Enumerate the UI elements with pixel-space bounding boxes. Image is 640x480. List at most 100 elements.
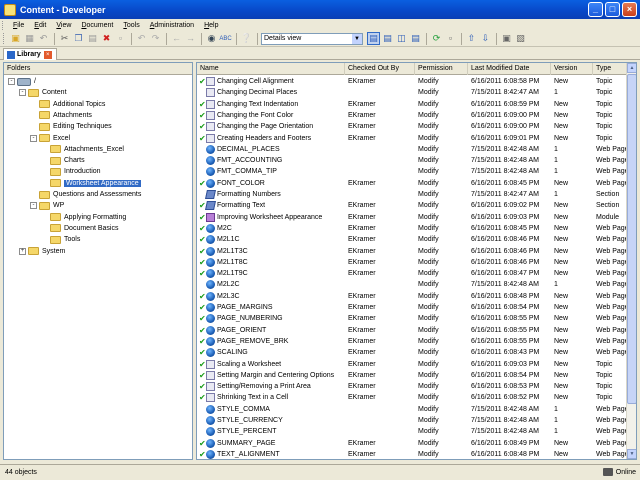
table-row[interactable]: ✔ TEXT_ALIGNMENT EKramer Modify 6/16/2011 6:…: [197, 449, 627, 459]
redo-icon[interactable]: ↷: [149, 32, 162, 45]
column-header-version[interactable]: Version: [551, 63, 593, 75]
tree-item[interactable]: Worksheet Appearance: [41, 178, 141, 189]
table-row[interactable]: ✔ Improving Worksheet Appearance EKramer Mo…: [197, 212, 627, 223]
table-row[interactable]: FMT_ACCOUNTING Modify 7/15/2011 8:42:48 AM…: [197, 155, 627, 166]
table-row[interactable]: ✔ Setting/Removing a Print Area EKramer Mod…: [197, 381, 627, 392]
collapse-icon[interactable]: -: [8, 78, 15, 85]
column-header-permission[interactable]: Permission: [415, 63, 468, 75]
collapse-icon[interactable]: -: [30, 202, 37, 210]
vertical-scrollbar[interactable]: ▲ ▼: [626, 63, 636, 459]
tree-item[interactable]: - Excel: [30, 133, 70, 144]
undo-toolbar-icon[interactable]: ↶: [37, 32, 50, 45]
tree-item[interactable]: Questions and Assessments: [30, 189, 141, 200]
split-vertical-icon[interactable]: ◫: [395, 32, 408, 45]
menu-file[interactable]: File: [8, 22, 29, 29]
toolbar-grip[interactable]: [3, 33, 6, 44]
tree-item[interactable]: Tools: [41, 234, 80, 245]
table-row[interactable]: ✔ SUMMARY_PAGE EKramer Modify 6/16/2011 6:08…: [197, 438, 627, 449]
menu-tools[interactable]: Tools: [118, 22, 144, 29]
help-icon[interactable]: ❔: [240, 32, 253, 45]
table-row[interactable]: ✔ Changing the Font Color EKramer Modify 6/1…: [197, 110, 627, 121]
tree-item[interactable]: Additional Topics: [30, 99, 105, 110]
table-row[interactable]: ✔ PAGE_NUMBERING EKramer Modify 6/16/2011 6:…: [197, 313, 627, 324]
table-row[interactable]: Formatting Numbers Modify 7/15/2011 8:42:4…: [197, 189, 627, 200]
find-icon[interactable]: ◉: [205, 32, 218, 45]
table-row[interactable]: ✔ PAGE_ORIENT EKramer Modify 6/16/2011 6:08:…: [197, 325, 627, 336]
tree-item[interactable]: - Content: [19, 87, 67, 98]
table-row[interactable]: ✔ FONT_COLOR EKramer Modify 6/16/2011 6:08:4…: [197, 178, 627, 189]
delete-icon[interactable]: ✖: [100, 32, 113, 45]
table-row[interactable]: ✔ Changing Cell Alignment EKramer Modify 6/1…: [197, 76, 627, 87]
tab-library[interactable]: Library ×: [3, 48, 57, 60]
tree-item[interactable]: - /: [8, 76, 36, 87]
table-row[interactable]: ✔ Changing the Page Orientation EKramer Mod…: [197, 121, 627, 132]
tree-item[interactable]: Applying Formatting: [41, 212, 126, 223]
table-row[interactable]: STYLE_CURRENCY Modify 7/15/2011 8:42:48 AM…: [197, 415, 627, 426]
chevron-down-icon[interactable]: ▼: [352, 33, 362, 44]
check-out-icon[interactable]: ⇩: [479, 32, 492, 45]
tree-item[interactable]: Editing Techniques: [30, 121, 112, 132]
table-row[interactable]: ✔ M2L1T9C EKramer Modify 6/16/2011 6:08:47 P…: [197, 268, 627, 279]
close-button[interactable]: ×: [622, 2, 637, 17]
scroll-up-icon[interactable]: ▲: [627, 63, 636, 73]
table-row[interactable]: STYLE_COMMA Modify 7/15/2011 8:42:48 AM 1 We…: [197, 404, 627, 415]
menu-administration[interactable]: Administration: [145, 22, 199, 29]
save-icon[interactable]: ▦: [23, 32, 36, 45]
column-header-type[interactable]: Type: [593, 63, 627, 75]
column-header-last-modified[interactable]: Last Modified Date: [468, 63, 551, 75]
menu-help[interactable]: Help: [199, 22, 223, 29]
table-row[interactable]: ✔ Scaling a Worksheet EKramer Modify 6/16/20…: [197, 359, 627, 370]
tree-item[interactable]: Attachments: [30, 110, 92, 121]
publish-icon[interactable]: ▣: [500, 32, 513, 45]
refresh-icon[interactable]: ⟳: [430, 32, 443, 45]
table-row[interactable]: ✔ Creating Headers and Footers EKramer Modi…: [197, 133, 627, 144]
table-row[interactable]: M2L2C Modify 7/15/2011 8:42:48 AM 1 Web Page: [197, 279, 627, 290]
menu-document[interactable]: Document: [76, 22, 118, 29]
copy-icon[interactable]: ❐: [72, 32, 85, 45]
scroll-down-icon[interactable]: ▼: [627, 449, 636, 459]
spellcheck-icon[interactable]: ABC: [219, 32, 232, 45]
expand-icon[interactable]: +: [19, 247, 26, 255]
paste-icon[interactable]: ▤: [86, 32, 99, 45]
table-row[interactable]: ✔ M2L1T3C EKramer Modify 6/16/2011 6:08:46 P…: [197, 246, 627, 257]
tree-item[interactable]: - WP: [30, 200, 64, 211]
table-row[interactable]: FMT_COMMA_TIP Modify 7/15/2011 8:42:48 AM 1…: [197, 166, 627, 177]
tree-item[interactable]: Document Basics: [41, 223, 118, 234]
tree-item[interactable]: Charts: [41, 155, 85, 166]
collapse-icon[interactable]: -: [19, 89, 26, 97]
undo-icon[interactable]: ↶: [135, 32, 148, 45]
table-row[interactable]: Changing Decimal Places Modify 7/15/2011 8…: [197, 87, 627, 98]
tree-item[interactable]: + System: [19, 246, 65, 257]
menu-grip[interactable]: [2, 20, 5, 30]
tree-item[interactable]: Introduction: [41, 166, 101, 177]
view-select[interactable]: Details view ▼: [261, 32, 363, 45]
check-in-icon[interactable]: ⇧: [465, 32, 478, 45]
cut-icon[interactable]: ✂: [58, 32, 71, 45]
table-row[interactable]: ✔ M2L1C EKramer Modify 6/16/2011 6:08:46 PM N…: [197, 234, 627, 245]
column-header-name[interactable]: Name: [197, 63, 345, 75]
table-row[interactable]: ✔ Changing Text Indentation EKramer Modify 6…: [197, 99, 627, 110]
table-row[interactable]: ✔ Setting Margin and Centering Options EKr…: [197, 370, 627, 381]
tree-item[interactable]: Attachments_Excel: [41, 144, 124, 155]
table-row[interactable]: ✔ PAGE_REMOVE_BRK EKramer Modify 6/16/2011 6…: [197, 336, 627, 347]
table-row[interactable]: DECIMAL_PLACES Modify 7/15/2011 8:42:48 AM…: [197, 144, 627, 155]
new-document-icon[interactable]: ▫: [444, 32, 457, 45]
table-row[interactable]: ✔ Shrinking Text in a Cell EKramer Modify 6/…: [197, 392, 627, 403]
menu-edit[interactable]: Edit: [29, 22, 51, 29]
list-view-icon[interactable]: ▤: [409, 32, 422, 45]
table-row[interactable]: ✔ M2L1T8C EKramer Modify 6/16/2011 6:08:46 P…: [197, 257, 627, 268]
menu-view[interactable]: View: [51, 22, 76, 29]
maximize-button[interactable]: □: [605, 2, 620, 17]
column-header-checked-out-by[interactable]: Checked Out By: [345, 63, 415, 75]
back-icon[interactable]: ←: [170, 32, 183, 45]
table-row[interactable]: ✔ SCALING EKramer Modify 6/16/2011 6:08:43 P…: [197, 347, 627, 358]
details-view-icon[interactable]: ▤: [367, 32, 380, 45]
close-icon[interactable]: ×: [43, 50, 52, 59]
minimize-button[interactable]: _: [588, 2, 603, 17]
title-bar[interactable]: Content - Developer _ □ ×: [0, 0, 640, 19]
collapse-icon[interactable]: -: [30, 134, 37, 142]
scrollbar-thumb[interactable]: [627, 74, 636, 404]
split-horizontal-icon[interactable]: ▤: [381, 32, 394, 45]
forward-icon[interactable]: →: [184, 32, 197, 45]
table-row[interactable]: ✔ PAGE_MARGINS EKramer Modify 6/16/2011 6:08…: [197, 302, 627, 313]
